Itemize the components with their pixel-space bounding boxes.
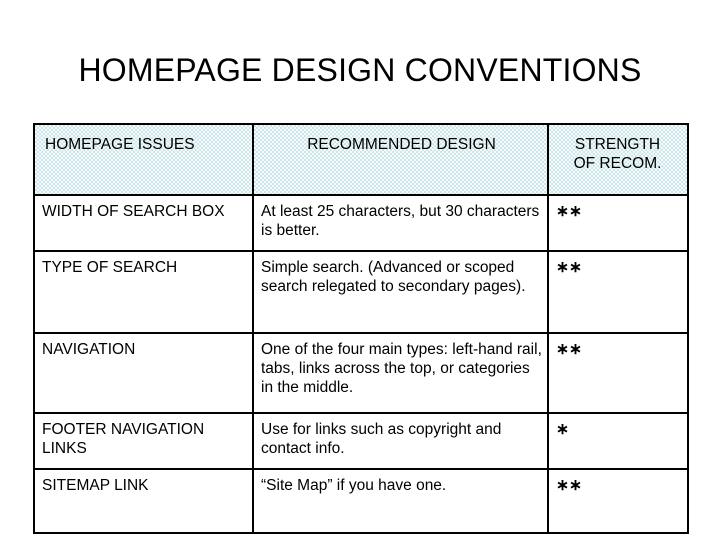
table-row: WIDTH OF SEARCH BOX At least 25 characte… <box>33 194 689 252</box>
table-header-row: HOMEPAGE ISSUES RECOMMENDED DESIGN STREN… <box>33 123 689 196</box>
homepage-conventions-table: HOMEPAGE ISSUES RECOMMENDED DESIGN STREN… <box>33 123 689 534</box>
page-title: HOMEPAGE DESIGN CONVENTIONS <box>78 52 642 88</box>
strength-header-line-2: OF RECOM. <box>573 155 662 172</box>
column-header-recommended-design: RECOMMENDED DESIGN <box>252 123 549 196</box>
cell-strength: ∗∗ <box>547 468 689 534</box>
cell-issue: WIDTH OF SEARCH BOX <box>33 194 254 252</box>
cell-issue: TYPE OF SEARCH <box>33 250 254 334</box>
table-row: FOOTER NAVIGATION LINKS Use for links su… <box>33 412 689 470</box>
cell-issue: FOOTER NAVIGATION LINKS <box>33 412 254 470</box>
cell-design: One of the four main types: left-hand ra… <box>252 332 549 414</box>
column-header-strength-of-recom: STRENGTH OF RECOM. <box>547 123 689 196</box>
cell-design: “Site Map” if you have one. <box>252 468 549 534</box>
table-row: SITEMAP LINK “Site Map” if you have one.… <box>33 468 689 534</box>
cell-design: At least 25 characters, but 30 character… <box>252 194 549 252</box>
cell-design: Simple search. (Advanced or scoped searc… <box>252 250 549 334</box>
table-row: TYPE OF SEARCH Simple search. (Advanced … <box>33 250 689 334</box>
cell-strength: ∗∗ <box>547 194 689 252</box>
cell-strength: ∗ <box>547 412 689 470</box>
cell-design: Use for links such as copyright and cont… <box>252 412 549 470</box>
cell-strength: ∗∗ <box>547 332 689 414</box>
cell-issue: SITEMAP LINK <box>33 468 254 534</box>
column-header-homepage-issues: HOMEPAGE ISSUES <box>33 123 254 196</box>
cell-strength: ∗∗ <box>547 250 689 334</box>
strength-header-line-1: STRENGTH <box>574 136 661 153</box>
cell-issue: NAVIGATION <box>33 332 254 414</box>
table-row: NAVIGATION One of the four main types: l… <box>33 332 689 414</box>
